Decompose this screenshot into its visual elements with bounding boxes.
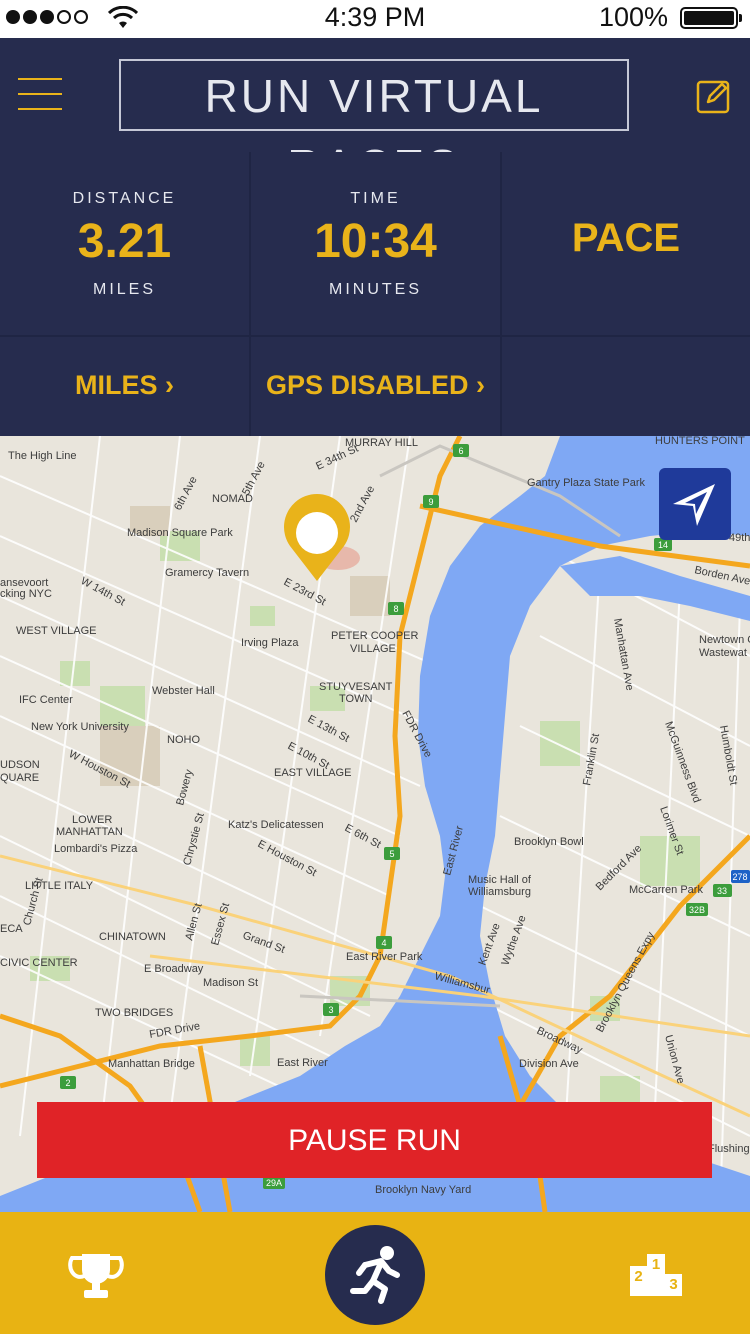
- svg-text:3: 3: [669, 1276, 677, 1293]
- gps-toggle-button[interactable]: GPS DISABLED ›: [251, 337, 500, 436]
- pace-tile: PACE: [502, 152, 750, 335]
- svg-text:1: 1: [652, 1256, 660, 1273]
- svg-text:Webster Hall: Webster Hall: [152, 685, 215, 697]
- svg-text:IFC Center: IFC Center: [19, 694, 73, 706]
- pace-label: PACE: [571, 216, 681, 260]
- run-stats-panel: DISTANCE 3.21 MILES TIME 10:34 MINUTES P…: [0, 152, 750, 436]
- svg-text:McCarren Park: McCarren Park: [629, 884, 703, 896]
- distance-label: DISTANCE: [72, 190, 177, 207]
- svg-text:2: 2: [634, 1268, 642, 1285]
- app-header: RUN VIRTUAL RACES: [0, 38, 750, 192]
- trophy-icon[interactable]: [68, 1252, 124, 1300]
- edit-pencil-icon[interactable]: [696, 78, 732, 114]
- miles-button-label: MILES ›: [75, 370, 174, 400]
- distance-unit: MILES: [92, 281, 156, 298]
- runner-icon: [350, 1246, 400, 1304]
- svg-text:9: 9: [428, 497, 433, 507]
- distance-value: 3.21: [77, 215, 172, 268]
- svg-text:49th: 49th: [729, 532, 750, 544]
- start-run-tab-button[interactable]: [325, 1225, 425, 1325]
- svg-text:Wastewat: Wastewat: [699, 647, 747, 659]
- svg-text:Newtown C: Newtown C: [699, 634, 750, 646]
- app-title: RUN VIRTUAL RACES: [119, 59, 629, 192]
- svg-text:Gantry Plaza State Park: Gantry Plaza State Park: [527, 477, 645, 489]
- svg-text:Manhattan Bridge: Manhattan Bridge: [108, 1058, 195, 1070]
- svg-text:Madison St: Madison St: [203, 977, 258, 989]
- route-map[interactable]: MURRAY HILL HUNTERS POINT The High Line …: [0, 436, 750, 1212]
- svg-text:8: 8: [393, 604, 398, 614]
- svg-text:CHINATOWN: CHINATOWN: [99, 931, 166, 943]
- svg-text:LOWER: LOWER: [72, 814, 112, 826]
- svg-text:E Broadway: E Broadway: [144, 963, 204, 975]
- svg-text:CIVIC CENTER: CIVIC CENTER: [0, 957, 78, 969]
- svg-text:Brooklyn Bowl: Brooklyn Bowl: [514, 836, 584, 848]
- svg-text:Gramercy Tavern: Gramercy Tavern: [165, 567, 249, 579]
- svg-text:TOWN: TOWN: [339, 693, 372, 705]
- svg-text:cking NYC: cking NYC: [0, 588, 52, 600]
- leaderboard-podium-icon[interactable]: 2 1 3: [628, 1252, 684, 1298]
- status-bar: 4:39 PM 100%: [0, 0, 750, 38]
- svg-text:14: 14: [658, 540, 668, 550]
- svg-text:The High Line: The High Line: [8, 450, 77, 462]
- time-label: TIME: [350, 190, 401, 207]
- svg-text:Irving Plaza: Irving Plaza: [241, 637, 299, 649]
- svg-text:VILLAGE: VILLAGE: [350, 643, 396, 655]
- svg-text:WEST VILLAGE: WEST VILLAGE: [16, 625, 97, 637]
- svg-text:5: 5: [389, 849, 394, 859]
- svg-text:TWO BRIDGES: TWO BRIDGES: [95, 1007, 173, 1019]
- navigation-arrow-icon: [673, 484, 715, 526]
- gps-button-label: GPS DISABLED ›: [265, 370, 486, 400]
- svg-text:QUARE: QUARE: [0, 772, 39, 784]
- svg-text:STUYVESANT: STUYVESANT: [319, 681, 393, 693]
- svg-text:Division Ave: Division Ave: [519, 1058, 579, 1070]
- svg-text:East River: East River: [277, 1057, 328, 1069]
- pause-run-button[interactable]: PAUSE RUN: [37, 1102, 712, 1178]
- recenter-navigation-button[interactable]: [659, 468, 731, 540]
- svg-text:Katz's Delicatessen: Katz's Delicatessen: [228, 819, 324, 831]
- svg-text:UDSON: UDSON: [0, 759, 40, 771]
- svg-text:2: 2: [65, 1078, 70, 1088]
- distance-tile: DISTANCE 3.21 MILES: [0, 152, 249, 335]
- svg-text:Music Hall of: Music Hall of: [468, 874, 532, 886]
- svg-text:East River Park: East River Park: [346, 951, 423, 963]
- bottom-tab-bar: 2 1 3: [0, 1212, 750, 1334]
- time-unit: MINUTES: [329, 281, 422, 298]
- svg-text:278: 278: [732, 872, 747, 882]
- svg-text:33: 33: [717, 886, 727, 896]
- svg-text:4: 4: [381, 938, 386, 948]
- svg-text:Flushing: Flushing: [708, 1143, 750, 1155]
- svg-text:32B: 32B: [689, 905, 705, 915]
- svg-text:New York University: New York University: [31, 721, 129, 733]
- svg-text:Madison Square Park: Madison Square Park: [127, 527, 233, 539]
- miles-unit-button[interactable]: MILES ›: [0, 337, 249, 436]
- svg-text:ECA: ECA: [0, 923, 23, 935]
- svg-text:HUNTERS POINT: HUNTERS POINT: [655, 436, 745, 447]
- empty-tile: [502, 337, 750, 436]
- svg-text:6: 6: [458, 446, 463, 456]
- svg-text:MANHATTAN: MANHATTAN: [56, 826, 123, 838]
- time-value: 10:34: [314, 215, 437, 268]
- time-tile: TIME 10:34 MINUTES: [251, 152, 500, 335]
- hamburger-menu-icon[interactable]: [18, 78, 62, 112]
- map-canvas[interactable]: MURRAY HILL HUNTERS POINT The High Line …: [0, 436, 750, 1212]
- battery-percentage: 100%: [598, 2, 668, 32]
- svg-text:3: 3: [328, 1005, 333, 1015]
- svg-text:PETER COOPER: PETER COOPER: [331, 630, 418, 642]
- svg-text:EAST VILLAGE: EAST VILLAGE: [274, 767, 351, 779]
- svg-text:Lombardi's Pizza: Lombardi's Pizza: [54, 843, 138, 855]
- svg-text:Brooklyn Navy Yard: Brooklyn Navy Yard: [375, 1184, 471, 1196]
- svg-text:NOHO: NOHO: [167, 734, 200, 746]
- battery-icon: [680, 7, 742, 29]
- svg-text:Williamsburg: Williamsburg: [468, 886, 531, 898]
- svg-text:29A: 29A: [266, 1178, 282, 1188]
